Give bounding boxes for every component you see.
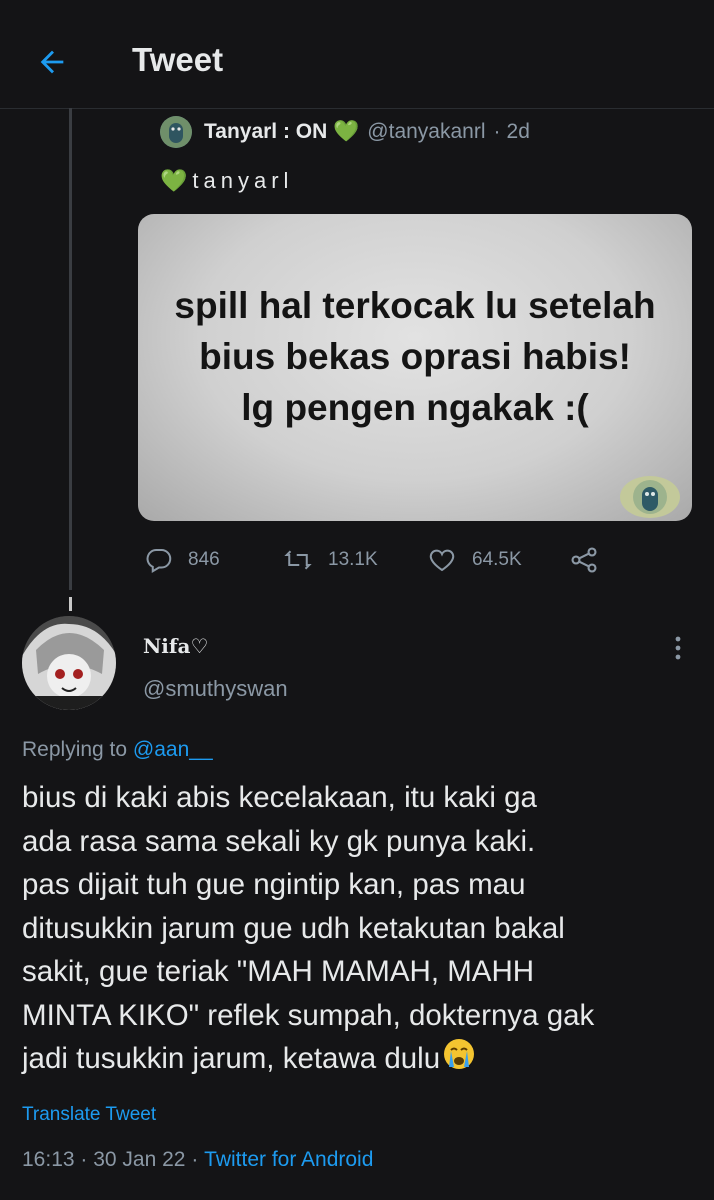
reply-icon [146,548,172,574]
meta-separator: · [185,1148,205,1171]
loudly-crying-emoji [442,1037,476,1084]
quoted-handle: @tanyakanrl [367,120,486,143]
tweet-time: 16:13 [22,1148,75,1171]
more-options-button[interactable] [660,630,696,666]
back-arrow-icon [40,50,64,74]
quoted-time: 2d [506,120,530,143]
like-count: 64.5K [472,549,522,570]
more-vertical-icon [675,636,681,660]
retweet-icon [284,550,312,570]
top-app-bar: Tweet [0,0,714,109]
like-icon [429,549,455,572]
quoted-tweet-text: 💚tanyarl [160,168,294,193]
quoted-avatar [160,116,192,148]
replying-to-prefix: Replying to [22,738,133,761]
reply-text-content: bius di kaki abis kecelakaan, itu kaki g… [22,781,595,1076]
tweet-action-bar: 846 13.1K 64.5K [140,540,700,580]
quoted-tweet-header[interactable]: Tanyarl : ON 💚 @tanyakanrl · 2d [160,116,530,148]
reply-button[interactable]: 846 [144,540,220,580]
reply-count: 846 [188,549,220,570]
reply-display-name[interactable]: Nifa♡ [143,634,208,658]
share-button[interactable] [568,540,614,580]
meta-separator: · [74,1148,94,1171]
like-button[interactable]: 64.5K [426,540,522,580]
tweet-source-link[interactable]: Twitter for Android [204,1148,373,1172]
translate-tweet-link[interactable]: Translate Tweet [22,1104,156,1126]
thread-connector-end [69,597,72,611]
image-caption-text: spill hal terkocak lu setelah bius bekas… [174,285,656,428]
reply-avatar[interactable] [22,616,116,710]
reply-handle[interactable]: @smuthyswan [143,676,288,702]
image-watermark-logo [620,476,680,518]
tweet-metadata: 16:13 · 30 Jan 22 · Twitter for Android [22,1148,373,1172]
replying-to-mention[interactable]: @aan__ [133,738,213,761]
replying-to-line: Replying to @aan__ [22,738,213,762]
page-title: Tweet [132,41,224,78]
reply-tweet-text: bius di kaki abis kecelakaan, itu kaki g… [22,776,702,1084]
tweet-date: 30 Jan 22 [93,1148,186,1171]
quoted-tweet-image[interactable]: spill hal terkocak lu setelah bius bekas… [138,214,692,521]
share-icon [571,547,597,573]
back-button[interactable] [30,40,74,84]
quoted-separator: · [493,120,501,143]
thread-connector-line [69,108,72,590]
retweet-button[interactable]: 13.1K [282,540,378,580]
retweet-count: 13.1K [328,549,378,570]
quoted-display-name: Tanyarl : ON 💚 [204,120,360,143]
